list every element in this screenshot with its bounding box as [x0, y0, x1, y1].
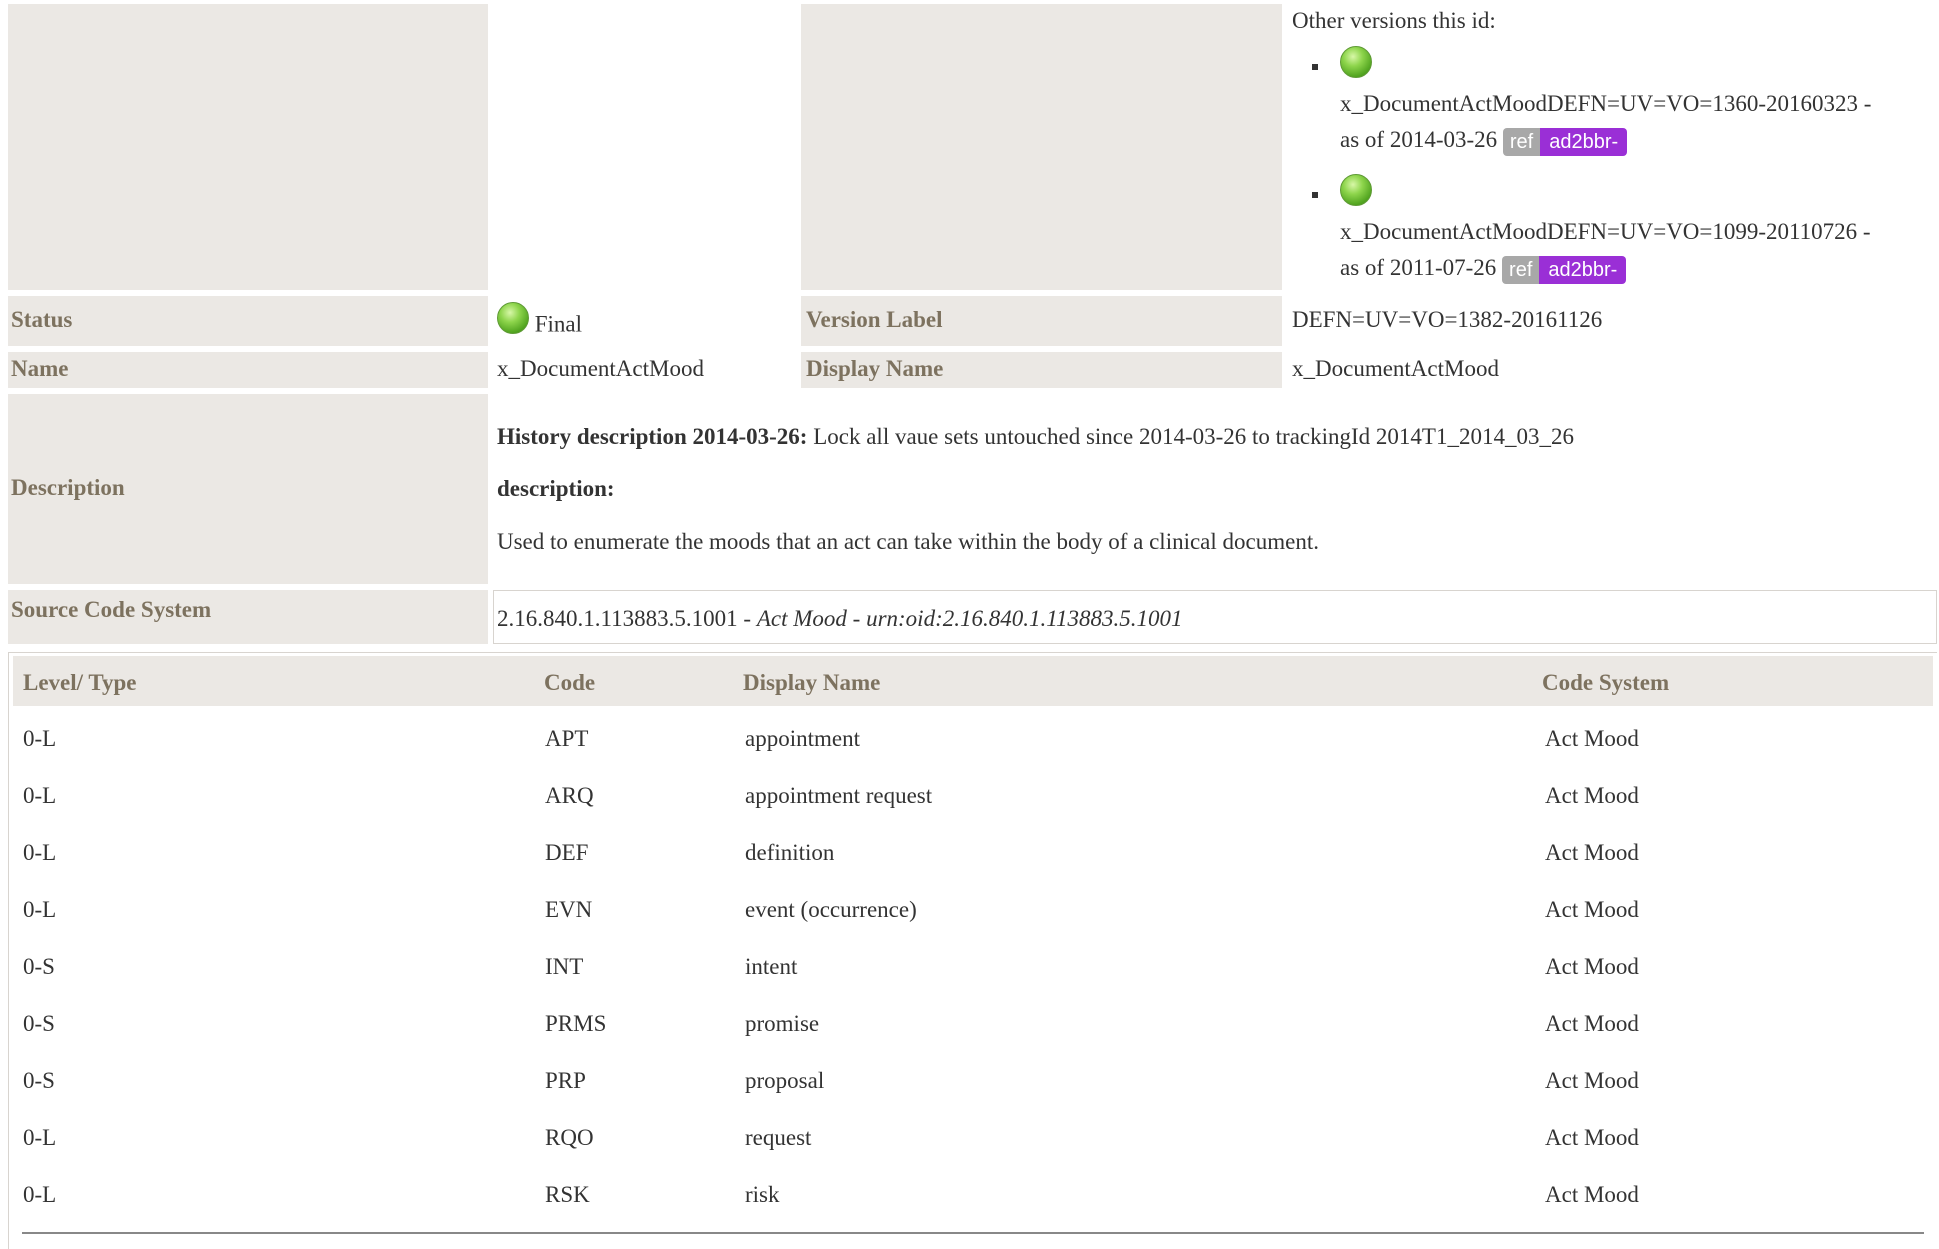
- concept-table: Level/ Type Code Display Name Code Syste…: [8, 652, 1937, 1249]
- cell-code-system: Act Mood: [1545, 1182, 1639, 1207]
- table-row[interactable]: 0-L RQO request Act Mood: [9, 1110, 1929, 1166]
- description-heading: description:: [497, 476, 615, 502]
- table-row[interactable]: 0-L APT appointment Act Mood: [9, 711, 1929, 767]
- status-label: Status: [11, 307, 73, 332]
- description-label: Description: [11, 475, 125, 500]
- description-heading-text: description:: [497, 476, 615, 501]
- cell-code-system: Act Mood: [1545, 954, 1639, 979]
- cell-code-system: Act Mood: [1545, 783, 1639, 808]
- header-code[interactable]: Code: [544, 670, 595, 696]
- description-text: Used to enumerate the moods that an act …: [497, 529, 1319, 554]
- display-name-value: x_DocumentActMood: [1292, 356, 1499, 381]
- version-item[interactable]: x_DocumentActMoodDEFN=UV=VO=1360-2016032…: [1292, 42, 1932, 158]
- version-label-value: DEFN=UV=VO=1382-20161126: [1292, 307, 1603, 332]
- source-code-system-oid: 2.16.840.1.113883.5.1001: [497, 606, 738, 631]
- cell-code-system: Act Mood: [1545, 897, 1639, 922]
- cell-display-name: promise: [745, 1011, 820, 1036]
- source-code-system-value: 2.16.840.1.113883.5.1001 - Act Mood - ur…: [497, 606, 1183, 632]
- separator: -: [846, 606, 867, 631]
- other-versions-list: x_DocumentActMoodDEFN=UV=VO=1360-2016032…: [1292, 42, 1932, 298]
- bullet-icon: [1312, 192, 1318, 198]
- cell-display-name: definition: [745, 840, 835, 865]
- name-value: x_DocumentActMood: [497, 356, 704, 381]
- source-code-system-label: Source Code System: [11, 597, 212, 622]
- cell-display-name: event (occurrence): [745, 897, 917, 922]
- table-row[interactable]: 0-L ARQ appointment request Act Mood: [9, 768, 1929, 824]
- table-row[interactable]: 0-L EVN event (occurrence) Act Mood: [9, 882, 1929, 938]
- cell-display-name: appointment: [745, 726, 860, 751]
- cell-code: APT: [545, 726, 589, 751]
- history-description: History description 2014-03-26: Lock all…: [497, 424, 1574, 450]
- history-description-text: Lock all vaue sets untouched since 2014-…: [807, 424, 1574, 449]
- other-versions-title: Other versions this id:: [1292, 8, 1496, 33]
- cell-level-type: 0-L: [23, 840, 57, 865]
- cell-level-type: 0-L: [23, 1182, 57, 1207]
- cell-code: EVN: [545, 897, 593, 922]
- cell-code-system: Act Mood: [1545, 726, 1639, 751]
- history-description-label: History description 2014-03-26:: [497, 424, 808, 449]
- bullet-icon: [1312, 64, 1318, 70]
- name-label: Name: [11, 356, 69, 381]
- table-row[interactable]: 0-S PRP proposal Act Mood: [9, 1053, 1929, 1109]
- cell-display-name: intent: [745, 954, 798, 979]
- source-code-system-name: Act Mood: [756, 606, 847, 631]
- version-item[interactable]: x_DocumentActMoodDEFN=UV=VO=1099-2011072…: [1292, 170, 1932, 286]
- header-code-system[interactable]: Code System: [1542, 670, 1669, 696]
- cell-display-name: proposal: [745, 1068, 825, 1093]
- ref-badge[interactable]: ref ad2bbr-: [1502, 255, 1627, 284]
- cell-code: PRMS: [545, 1011, 607, 1036]
- table-row[interactable]: 0-S INT intent Act Mood: [9, 939, 1929, 995]
- status-final-icon: [1340, 45, 1372, 78]
- cell-code: ARQ: [545, 783, 594, 808]
- table-row[interactable]: 0-L DEF definition Act Mood: [9, 825, 1929, 881]
- cell-code: DEF: [545, 840, 589, 865]
- table-row[interactable]: 0-S PRMS promise Act Mood: [9, 996, 1929, 1052]
- version-asof: as of 2011-07-26: [1340, 255, 1497, 280]
- status-final-icon: [497, 302, 529, 334]
- cell-code: RQO: [545, 1125, 594, 1150]
- cell-code: PRP: [545, 1068, 586, 1093]
- display-name-label: Display Name: [806, 356, 944, 381]
- cell-code-system: Act Mood: [1545, 1125, 1639, 1150]
- status-final-icon: [1340, 173, 1372, 206]
- cell-level-type: 0-L: [23, 897, 57, 922]
- header-display-name[interactable]: Display Name: [743, 670, 880, 696]
- source-code-system-urn: urn:oid:2.16.840.1.113883.5.1001: [866, 606, 1183, 631]
- cell-code-system: Act Mood: [1545, 1068, 1639, 1093]
- status-text: Final: [534, 311, 583, 337]
- cell-level-type: 0-S: [23, 1011, 55, 1036]
- cell-code: RSK: [545, 1182, 590, 1207]
- cell-display-name: request: [745, 1125, 812, 1150]
- cell-code-system: Act Mood: [1545, 840, 1639, 865]
- name-label-cell: [8, 352, 488, 388]
- version-label-label: Version Label: [806, 307, 943, 332]
- ref-badge[interactable]: ref ad2bbr-: [1502, 127, 1628, 156]
- header-level-type[interactable]: Level/ Type: [23, 670, 137, 696]
- header-cell-left: [8, 4, 488, 290]
- table-row[interactable]: 0-L RSK risk Act Mood: [9, 1167, 1929, 1223]
- cell-display-name: appointment request: [745, 783, 933, 808]
- cell-level-type: 0-L: [23, 726, 57, 751]
- cell-level-type: 0-S: [23, 954, 55, 979]
- cell-level-type: 0-L: [23, 783, 57, 808]
- cell-code-system: Act Mood: [1545, 1011, 1639, 1036]
- status-value: Final: [497, 302, 582, 337]
- version-name[interactable]: x_DocumentActMoodDEFN=UV=VO=1099-2011072…: [1340, 214, 1932, 250]
- cell-code: INT: [545, 954, 584, 979]
- cell-level-type: 0-S: [23, 1068, 55, 1093]
- cell-display-name: risk: [745, 1182, 780, 1207]
- status-label-cell: [8, 296, 488, 346]
- header-cell-middle: [801, 4, 1282, 290]
- version-asof: as of 2014-03-26: [1340, 127, 1498, 152]
- separator: -: [737, 606, 757, 631]
- table-header: Level/ Type Code Display Name Code Syste…: [13, 656, 1933, 706]
- cell-level-type: 0-L: [23, 1125, 57, 1150]
- horizontal-rule: [22, 1232, 1924, 1234]
- version-name[interactable]: x_DocumentActMoodDEFN=UV=VO=1360-2016032…: [1340, 86, 1932, 122]
